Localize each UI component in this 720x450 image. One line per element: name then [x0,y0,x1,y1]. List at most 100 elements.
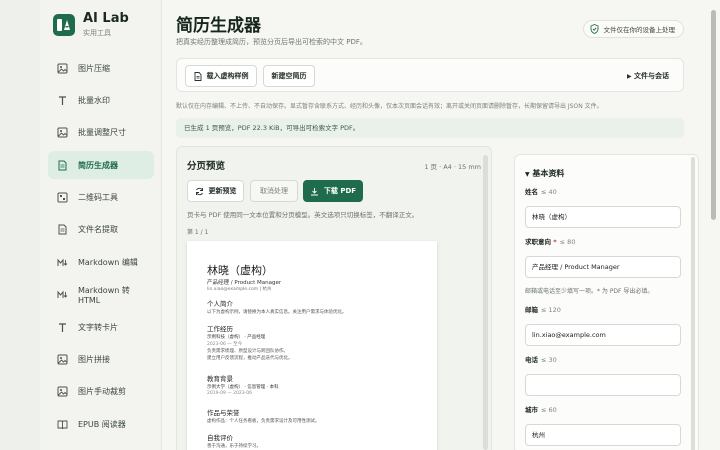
sidebar-item-label: 图片拼接 [78,355,110,365]
preview-scrollbar[interactable] [483,155,488,450]
page-scrollbar[interactable] [711,10,716,220]
resume-text: 示例大学（虚构） · 信息管理 · 本科 [207,385,279,390]
phone-input[interactable] [525,374,681,396]
new-blank-button[interactable]: 新建空简历 [263,65,315,87]
refresh-label: 更新预览 [208,187,237,195]
file-session-menu[interactable]: ▶ 文件与会话 [627,71,669,81]
sidebar-item-label: 文件名提取 [78,225,118,235]
download-icon [310,187,318,195]
sidebar: AI Lab 实用工具 图片压缩 批量水印 批量调整尺寸 简历生成器 二维码工具… [40,0,162,450]
privacy-badge: 文件仅在你的设备上处理 [582,20,684,38]
preview-description: 页卡与 PDF 使用同一文本位置和分页模型。英文选项只切换标签，不翻译正文。 [187,211,419,219]
privacy-text: 文件仅在你的设备上处理 [603,26,676,34]
resume-text: 负责需求梳理、原型设计与跨团队协作。 [207,349,288,354]
resume-text: 善于沟通，乐于持续学习。 [207,444,261,449]
resume-contact: lin.xiao@example.com | 杭州 [207,287,272,292]
text-t-icon [57,322,68,333]
cancel-label: 取消处理 [260,187,288,195]
preview-meta: 1 页 · A4 · 15 mm [424,163,481,171]
image-icon [57,354,68,365]
city-input[interactable]: 杭州 [525,424,681,446]
form-section-title[interactable]: ▼ 基本资料 [525,168,564,179]
brand-subtitle: 实用工具 [83,29,111,37]
load-sample-button[interactable]: 载入虚构样例 [185,65,257,87]
sidebar-item-resume[interactable]: 简历生成器 [48,151,154,180]
resume-text: 以下为虚构示例，请替换为本人真实信息。关注用户需求与体验优化。 [207,310,347,315]
sidebar-item-filename[interactable]: 文件名提取 [48,216,154,244]
role-input[interactable]: 产品经理 / Product Manager [525,256,681,278]
sidebar-item-epub[interactable]: EPUB 阅读器 [48,410,154,438]
page-subtitle: 把真实经历整理成简历，预览分页后导出可检索的中文 PDF。 [176,38,367,46]
sidebar-item-image-stitch[interactable]: 图片拼接 [48,346,154,374]
resume-section-title: 自我评价 [207,434,233,442]
book-icon [57,419,68,430]
sidebar-item-label: 简历生成器 [78,160,118,170]
resume-text: 虚构作品：个人任务看板，负责需求设计及可用性测试。 [207,419,320,424]
main-content: 简历生成器 把真实经历整理成简历，预览分页后导出可检索的中文 PDF。 文件仅在… [162,0,702,450]
sidebar-item-watermark[interactable]: 批量水印 [48,86,154,114]
qr-icon [57,192,68,203]
sidebar-item-label: 图片压缩 [78,63,110,73]
cancel-process-button[interactable]: 取消处理 [250,180,298,202]
sidebar-item-label: Markdown 编辑 [78,257,138,267]
sidebar-item-label: 批量水印 [78,95,110,105]
sidebar-item-label: 二维码工具 [78,193,118,203]
markdown-icon [57,257,68,268]
resume-text: 示例科技（虚构） · 产品经理 [207,335,266,340]
resume-page: 林晓（虚构） 产品经理 / Product Manager lin.xiao@e… [187,241,437,450]
refresh-preview-button[interactable]: 更新预览 [187,180,244,202]
preview-title: 分页预览 [187,161,226,172]
sidebar-item-label: EPUB 阅读器 [78,419,126,429]
sidebar-item-image-crop[interactable]: 图片手动裁剪 [48,378,154,406]
app-window: AI Lab 实用工具 图片压缩 批量水印 批量调整尺寸 简历生成器 二维码工具… [40,0,720,450]
document-icon [57,160,68,171]
file-session-label: 文件与会话 [634,72,669,80]
page-title: 简历生成器 [176,16,261,36]
sidebar-item-markdown-edit[interactable]: Markdown 编辑 [48,248,154,276]
resume-text: 2019-09 — 2023-06 [207,391,252,396]
toolbar: 载入虚构样例 新建空简历 ▶ 文件与会话 [176,58,684,92]
sidebar-item-label: 批量调整尺寸 [78,128,126,138]
new-blank-label: 新建空简历 [271,72,307,80]
text-t-icon [57,95,68,106]
role-label: 求职意向 * ≤ 80 [525,238,576,246]
section-label: 基本资料 [532,169,565,178]
email-label: 邮箱 ≤ 120 [525,306,561,314]
refresh-icon [195,187,203,195]
sidebar-item-label: 文字转卡片 [78,322,118,332]
document-icon [57,224,68,235]
resume-section-title: 教育背景 [207,375,233,383]
status-bar: 已生成 1 页预览，PDF 22.3 KiB，可导出可检索文字 PDF。 [176,118,684,138]
page-indicator: 第 1 / 1 [187,229,209,236]
form-scrollbar[interactable] [691,157,695,450]
sidebar-item-markdown-html[interactable]: Markdown 转 HTML [48,281,154,309]
caret-down-icon: ▼ [525,171,530,178]
caret-right-icon: ▶ [626,73,632,80]
image-icon [57,386,68,397]
document-icon [194,71,201,81]
sidebar-item-image-compress[interactable]: 图片压缩 [48,54,154,82]
privacy-notice: 默认仅在内存编辑、不上传、不自动保存。显式暂存含联系方式、经历和头像，仅本次页面… [176,103,603,110]
sidebar-item-text-card[interactable]: 文字转卡片 [48,313,154,341]
sidebar-item-qrcode[interactable]: 二维码工具 [48,184,154,212]
sidebar-item-resize[interactable]: 批量调整尺寸 [48,119,154,147]
download-pdf-button[interactable]: 下载 PDF [303,180,363,202]
outer-margin [0,0,40,450]
brand-title: AI Lab [83,11,129,26]
resume-role: 产品经理 / Product Manager [207,280,282,286]
email-input[interactable]: lin.xiao@example.com [525,324,681,346]
image-icon [57,127,68,138]
resume-name: 林晓（虚构） [207,264,273,277]
resume-text: 2023-06 — 至今 [207,342,243,347]
basic-info-form: ▼ 基本资料 姓名 ≤ 40 林晓（虚构） 求职意向 * ≤ 80 产品经理 / P… [514,154,699,450]
sidebar-item-label: Markdown 转 HTML [78,285,130,305]
contact-hint: 邮箱或电话至少填写一项。* 为 PDF 导出必填。 [525,288,654,295]
app-logo-icon [53,14,75,36]
preview-panel: 分页预览 1 页 · A4 · 15 mm 更新预览 取消处理 下载 PDF 页… [176,146,492,450]
load-sample-label: 载入虚构样例 [206,72,249,80]
resume-text: 建立用户反馈流程，推动产品迭代与优化。 [207,356,293,361]
name-input[interactable]: 林晓（虚构） [525,206,681,228]
sidebar-item-label: 图片手动裁剪 [78,387,126,397]
city-label: 城市 ≤ 60 [525,406,557,414]
download-label: 下载 PDF [323,187,357,195]
